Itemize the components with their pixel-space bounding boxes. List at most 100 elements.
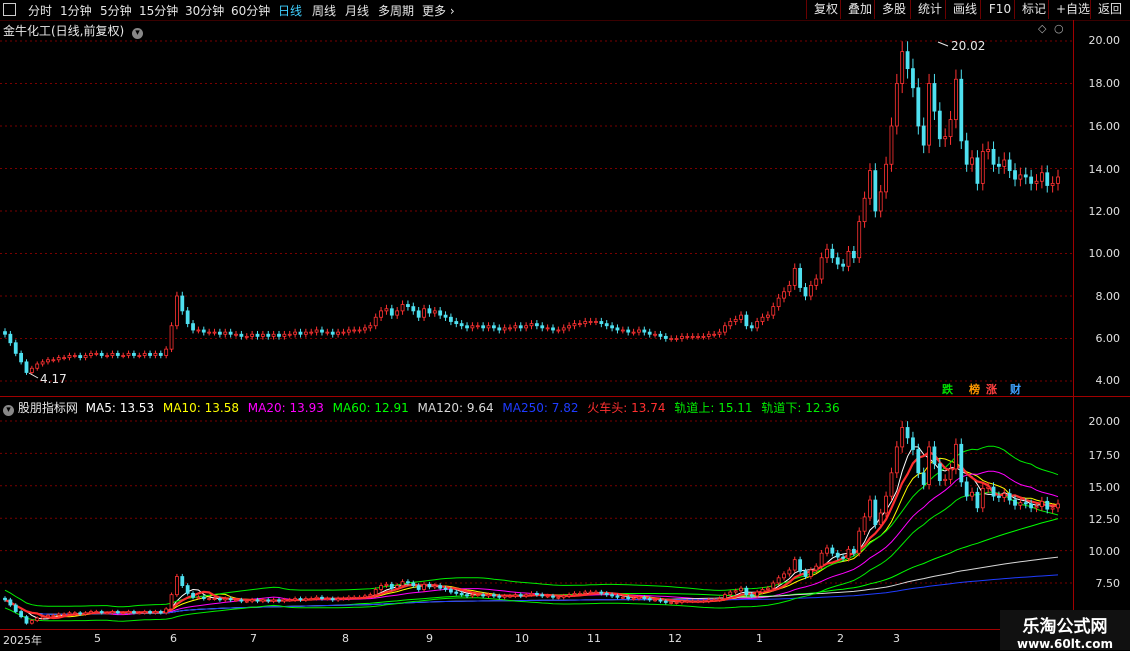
ind-candle	[674, 602, 679, 604]
ind-candle	[255, 599, 260, 602]
main-candle	[406, 304, 410, 308]
main-candle	[868, 170, 872, 199]
main-candle	[604, 323, 609, 327]
ind-candle	[19, 611, 24, 618]
back-button[interactable]: 返回	[1090, 0, 1129, 19]
main-candle	[459, 323, 464, 327]
main-candle	[303, 331, 308, 335]
main-candle	[29, 367, 34, 373]
main-candle	[685, 335, 690, 338]
main-candle	[164, 348, 169, 356]
ind-candle	[588, 591, 593, 594]
ind-candle	[868, 499, 872, 518]
ind-candle	[244, 600, 249, 603]
y-tick: 16.00	[1088, 120, 1121, 133]
main-candle	[234, 333, 238, 336]
main-candle	[78, 355, 83, 359]
ind-candle	[540, 594, 545, 597]
ind-candle	[153, 611, 158, 614]
main-candle	[830, 248, 835, 259]
ma120-line	[4, 556, 1059, 615]
ind-candle	[1018, 502, 1023, 506]
main-candle	[986, 148, 991, 152]
main-candle	[368, 325, 373, 329]
main-candle	[443, 314, 448, 318]
main-candle	[384, 308, 389, 312]
ind-candle	[196, 596, 201, 599]
lower-band-line	[4, 491, 1059, 622]
ind-candle	[56, 613, 61, 616]
main-candle	[438, 310, 443, 316]
main-candle	[400, 304, 405, 312]
ind-candle	[223, 598, 228, 601]
ind-candle	[330, 598, 335, 601]
main-candle	[814, 278, 819, 286]
ind-candle	[706, 599, 711, 602]
main-candle	[481, 325, 486, 329]
ind-candle	[309, 598, 314, 600]
x-tick: 5	[94, 632, 101, 645]
chart-canvas: 20.02 4.17	[0, 39, 1073, 625]
ind-candle	[234, 599, 238, 602]
main-candle	[395, 310, 400, 316]
ind-candle	[502, 595, 507, 598]
main-candle	[997, 163, 1001, 167]
main-candle	[115, 352, 120, 356]
ind-candle	[72, 612, 77, 615]
ind-candle	[561, 595, 566, 598]
main-candle	[776, 297, 781, 308]
main-candle	[121, 355, 126, 357]
ma60-line	[4, 518, 1059, 615]
ind-candle	[599, 591, 604, 594]
ind-candle	[422, 583, 426, 590]
ind-candle	[491, 594, 496, 597]
ind-candle	[126, 611, 131, 614]
ind-candle	[303, 598, 308, 601]
ind-candle	[105, 612, 109, 615]
ind-candle	[878, 512, 883, 526]
main-candle	[631, 331, 636, 334]
ind-candle	[723, 594, 727, 599]
ind-candle	[454, 591, 459, 594]
main-candle	[728, 321, 733, 327]
main-candle	[40, 361, 45, 365]
ind-candle	[83, 612, 88, 615]
main-candle	[19, 352, 24, 363]
main-candle	[765, 314, 770, 318]
ind-candle	[556, 596, 561, 599]
main-candle	[352, 329, 357, 332]
ind-candle	[1045, 500, 1050, 510]
main-candle	[255, 333, 260, 337]
ind-candle	[432, 585, 437, 588]
ind-candle	[717, 598, 722, 601]
main-candle	[454, 321, 459, 325]
main-candle	[56, 357, 61, 361]
y-tick: 12.00	[1088, 205, 1121, 218]
main-candle	[857, 221, 862, 259]
main-candle	[363, 327, 367, 331]
main-candle	[594, 321, 598, 323]
main-candle	[83, 355, 88, 359]
ind-candle	[631, 598, 636, 600]
main-candle	[24, 361, 29, 373]
main-candle	[647, 331, 652, 335]
main-candle	[819, 257, 824, 280]
main-candle	[825, 248, 829, 259]
ind-candle	[346, 596, 351, 599]
ind-candle	[217, 598, 222, 601]
ind-candle	[776, 577, 781, 584]
main-candle	[346, 329, 351, 333]
main-candle	[153, 352, 158, 356]
ind-candle	[615, 595, 620, 598]
main-candle	[416, 310, 421, 318]
main-gridlines	[0, 40, 1073, 382]
ind-candle	[508, 595, 512, 598]
main-candle	[94, 352, 99, 355]
ind-candle	[29, 620, 34, 624]
ind-candle	[765, 587, 770, 590]
ind-candle	[948, 468, 953, 480]
main-candle	[970, 157, 974, 165]
ind-candle	[808, 569, 813, 577]
x-tick: 3	[893, 632, 900, 645]
ind-candle	[921, 472, 926, 485]
